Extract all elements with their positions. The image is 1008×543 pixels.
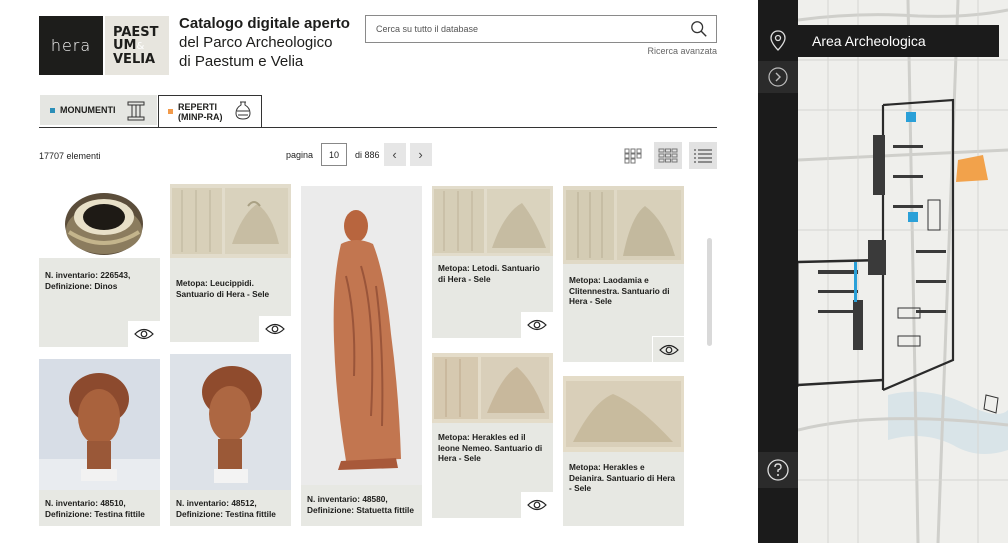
chevron-right-circle-icon: [768, 67, 788, 87]
tab-color-marker: [168, 109, 173, 114]
metope-image: [563, 376, 684, 452]
map-location-button[interactable]: [758, 25, 798, 57]
search-input[interactable]: [376, 24, 676, 34]
card-image[interactable]: [301, 186, 422, 485]
metope-image: [432, 353, 553, 423]
tab-color-marker: [50, 107, 55, 113]
prev-page-button[interactable]: ‹: [383, 143, 406, 166]
chevron-right-icon: ›: [418, 147, 423, 162]
card-caption: N. inventario: 48512, Definizione: Testi…: [176, 498, 276, 519]
view-grid-large-button[interactable]: [654, 142, 682, 169]
grid-small-icon: [624, 148, 642, 163]
dinos-image: [65, 193, 143, 255]
pagination: pagina 10 di 886 ‹ ›: [286, 143, 432, 166]
card-caption: N. inventario: 48580, Definizione: Statu…: [307, 494, 414, 515]
eye-icon: [527, 499, 547, 511]
page-input[interactable]: 10: [321, 143, 348, 166]
statuette-image: [301, 186, 422, 485]
metope-image: [170, 184, 291, 258]
card-image[interactable]: [39, 184, 160, 258]
card-caption: Metopa: Herakles e Deianira. Santuario d…: [569, 462, 676, 493]
card-image[interactable]: [563, 376, 684, 452]
terracotta-head-image: [39, 359, 160, 490]
card-caption: Metopa: Laodamia e Clitennestra. Santuar…: [569, 275, 670, 306]
chevron-left-icon: ‹: [392, 147, 397, 162]
view-details-button[interactable]: [521, 312, 553, 338]
result-card[interactable]: N. inventario: 226543, Definizione: Dino…: [39, 184, 160, 347]
tab-reperti-label: REPERTI (MINP-RA): [178, 102, 223, 122]
page-label: pagina: [286, 149, 314, 160]
help-button[interactable]: [758, 452, 798, 488]
card-image[interactable]: [432, 353, 553, 423]
view-list-button[interactable]: [689, 142, 717, 169]
result-card[interactable]: Metopa: Letodi. Santuario di Hera - Sele: [432, 186, 553, 338]
eye-icon: [658, 344, 679, 355]
site-title-line2: del Parco Archeologico: [179, 34, 333, 51]
map-pin-icon: [770, 30, 786, 51]
map-canvas: [798, 0, 1008, 543]
tabs-divider: [39, 127, 717, 128]
tab-reperti-label-1: REPERTI: [178, 101, 218, 112]
result-card[interactable]: Metopa: Herakles e Deianira. Santuario d…: [563, 376, 684, 526]
view-details-button[interactable]: [652, 336, 684, 362]
results-count: 17707 elementi: [39, 151, 101, 161]
site-title: Catalogo digitale aperto del Parco Arche…: [179, 14, 359, 71]
list-icon: [694, 148, 712, 163]
eye-icon: [134, 328, 154, 340]
result-card[interactable]: Metopa: Leucippidi. Santuario di Hera - …: [170, 184, 291, 342]
metope-image: [432, 186, 553, 256]
search-box[interactable]: [365, 15, 717, 43]
tab-reperti-label-2: (MINP-RA): [178, 111, 223, 122]
hera-logo[interactable]: Hera: [39, 16, 103, 75]
logo-line-2a: UM: [113, 37, 137, 53]
card-caption: N. inventario: 48510, Definizione: Testi…: [45, 498, 145, 519]
result-card[interactable]: N. inventario: 48510, Definizione: Testi…: [39, 359, 160, 526]
paestum-velia-logo[interactable]: PAEST UM& VELIA: [105, 16, 169, 75]
card-caption: Metopa: Herakles ed il leone Nemeo. Sant…: [438, 432, 543, 463]
card-caption: Metopa: Letodi. Santuario di Hera - Sele: [438, 263, 540, 284]
logo-line-2: UM&: [113, 39, 169, 53]
logo-amp: &: [136, 40, 145, 52]
page-total: di 886: [355, 149, 380, 160]
grid-large-icon: [658, 148, 678, 162]
help-icon: [767, 459, 789, 481]
tab-monumenti[interactable]: MONUMENTI: [40, 95, 157, 125]
map-title: Area Archeologica: [798, 25, 999, 57]
magnifier-icon[interactable]: [690, 20, 708, 38]
results-scrollbar[interactable]: [707, 238, 712, 346]
next-page-button[interactable]: ›: [409, 143, 432, 166]
card-caption: Metopa: Leucippidi. Santuario di Hera - …: [176, 278, 270, 299]
view-details-button[interactable]: [128, 321, 160, 347]
card-image[interactable]: [170, 184, 291, 258]
view-details-button[interactable]: [259, 316, 291, 342]
card-caption: N. inventario: 226543, Definizione: Dino…: [45, 270, 131, 291]
result-card[interactable]: N. inventario: 48580, Definizione: Statu…: [301, 186, 422, 526]
card-image[interactable]: [170, 354, 291, 490]
metope-image: [563, 186, 684, 264]
eye-icon: [527, 319, 547, 331]
archaeological-map[interactable]: [798, 0, 1008, 543]
map-expand-button[interactable]: [758, 61, 798, 93]
logo-line-3: VELIA: [113, 51, 156, 67]
result-card[interactable]: N. inventario: 48512, Definizione: Testi…: [170, 354, 291, 526]
card-image[interactable]: [39, 359, 160, 490]
card-image[interactable]: [563, 186, 684, 264]
tab-reperti[interactable]: REPERTI (MINP-RA): [158, 95, 262, 128]
eye-icon: [265, 323, 285, 335]
result-card[interactable]: Metopa: Laodamia e Clitennestra. Santuar…: [563, 186, 684, 362]
card-image[interactable]: [432, 186, 553, 256]
advanced-search-link[interactable]: Ricerca avanzata: [630, 46, 717, 56]
tab-monumenti-label: MONUMENTI: [60, 105, 116, 115]
site-title-line3: di Paestum e Velia: [179, 53, 304, 70]
site-title-main: Catalogo digitale aperto: [179, 15, 350, 32]
view-details-button[interactable]: [521, 492, 553, 518]
vase-icon: [235, 101, 251, 120]
view-grid-small-button[interactable]: [619, 142, 647, 169]
result-card[interactable]: Metopa: Herakles ed il leone Nemeo. Sant…: [432, 353, 553, 518]
terracotta-head-image: [170, 354, 291, 490]
column-icon: [127, 101, 145, 121]
